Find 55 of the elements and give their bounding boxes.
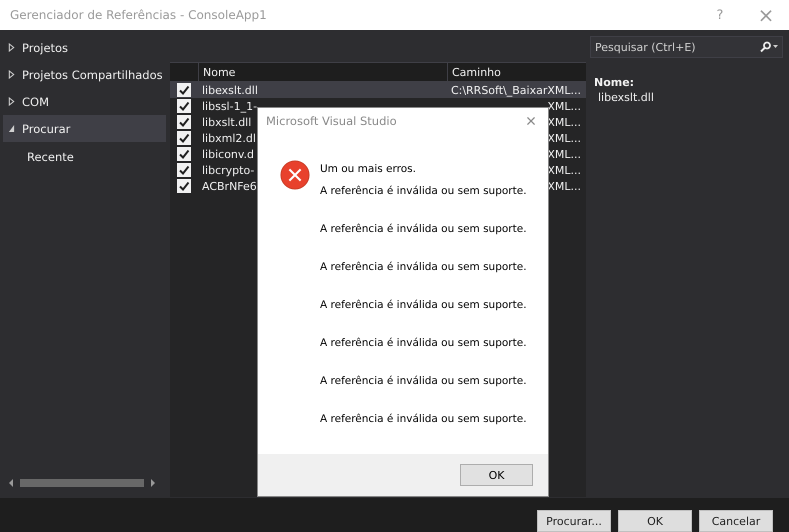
table-cell: libcrypto- (202, 164, 254, 176)
close-button[interactable]: × (514, 108, 548, 134)
table-cell: XML... (547, 148, 581, 160)
table-cell: libxslt.dll (202, 116, 252, 128)
table-cell: XML... (547, 164, 581, 176)
checkbox[interactable] (177, 147, 191, 161)
window-title: Gerenciador de Referências - ConsoleApp1 (10, 8, 268, 22)
expander-icon[interactable] (8, 97, 15, 106)
error-message: A referência é inválida ou sem suporte. (320, 299, 527, 311)
scrollbar-thumb[interactable] (20, 479, 144, 487)
expander-icon[interactable] (8, 70, 15, 79)
expander-icon[interactable] (8, 124, 15, 133)
table-cell: libssl-1_1- (202, 100, 258, 112)
scroll-right-icon[interactable] (150, 478, 156, 488)
error-message: A referência é inválida ou sem suporte. (320, 261, 527, 273)
detail-value: libexslt.dll (597, 91, 655, 104)
table-cell: XML... (547, 100, 581, 112)
table-cell: XML... (547, 180, 581, 192)
scroll-left-icon[interactable] (8, 478, 14, 488)
checkbox[interactable] (177, 83, 191, 97)
dialog-button[interactable]: Cancelar (699, 510, 773, 532)
checkbox[interactable] (177, 179, 191, 193)
error-icon (280, 160, 310, 190)
error-heading: Um ou mais erros. (320, 163, 417, 175)
dialog-button[interactable]: OK (618, 510, 692, 532)
error-message: A referência é inválida ou sem suporte. (320, 413, 527, 425)
sidebar-item[interactable]: Projetos Compartilhados (3, 61, 166, 88)
dialog-button[interactable]: Procurar... (537, 510, 611, 532)
error-message: A referência é inválida ou sem suporte. (320, 375, 527, 387)
table-cell: libexslt.dll (202, 84, 258, 96)
table-cell: libxml2.dl (202, 132, 256, 144)
sidebar-item[interactable]: Recente (0, 142, 170, 172)
checkbox[interactable] (177, 115, 191, 129)
sidebar-item[interactable]: Projetos (3, 34, 166, 61)
column-header[interactable]: Caminho (448, 63, 586, 81)
error-message: A referência é inválida ou sem suporte. (320, 223, 527, 235)
expander-icon[interactable] (8, 43, 15, 52)
table-cell: libiconv.d (202, 148, 254, 160)
sidebar-item[interactable]: COM (3, 88, 166, 115)
error-message: A referência é inválida ou sem suporte. (320, 337, 527, 349)
dialog-title: Microsoft Visual Studio (266, 114, 397, 128)
column-header[interactable]: Nome (199, 63, 448, 81)
checkbox[interactable] (177, 131, 191, 145)
sidebar-item[interactable]: Procurar (3, 115, 166, 142)
table-cell: C:\RRSoft\_BaixarXML... (450, 84, 581, 96)
checkbox[interactable] (177, 163, 191, 177)
table-cell: ACBrNFe6 (202, 180, 257, 192)
error-message: A referência é inválida ou sem suporte. (320, 185, 527, 197)
ok-button[interactable]: OK (460, 464, 533, 486)
table-cell: XML... (547, 132, 581, 144)
table-cell: XML... (547, 116, 581, 128)
search-icon[interactable] (759, 41, 779, 53)
search-field[interactable]: Pesquisar (Ctrl+E) (590, 36, 783, 58)
detail-label: Nome: (593, 76, 636, 89)
checkbox[interactable] (177, 99, 191, 113)
